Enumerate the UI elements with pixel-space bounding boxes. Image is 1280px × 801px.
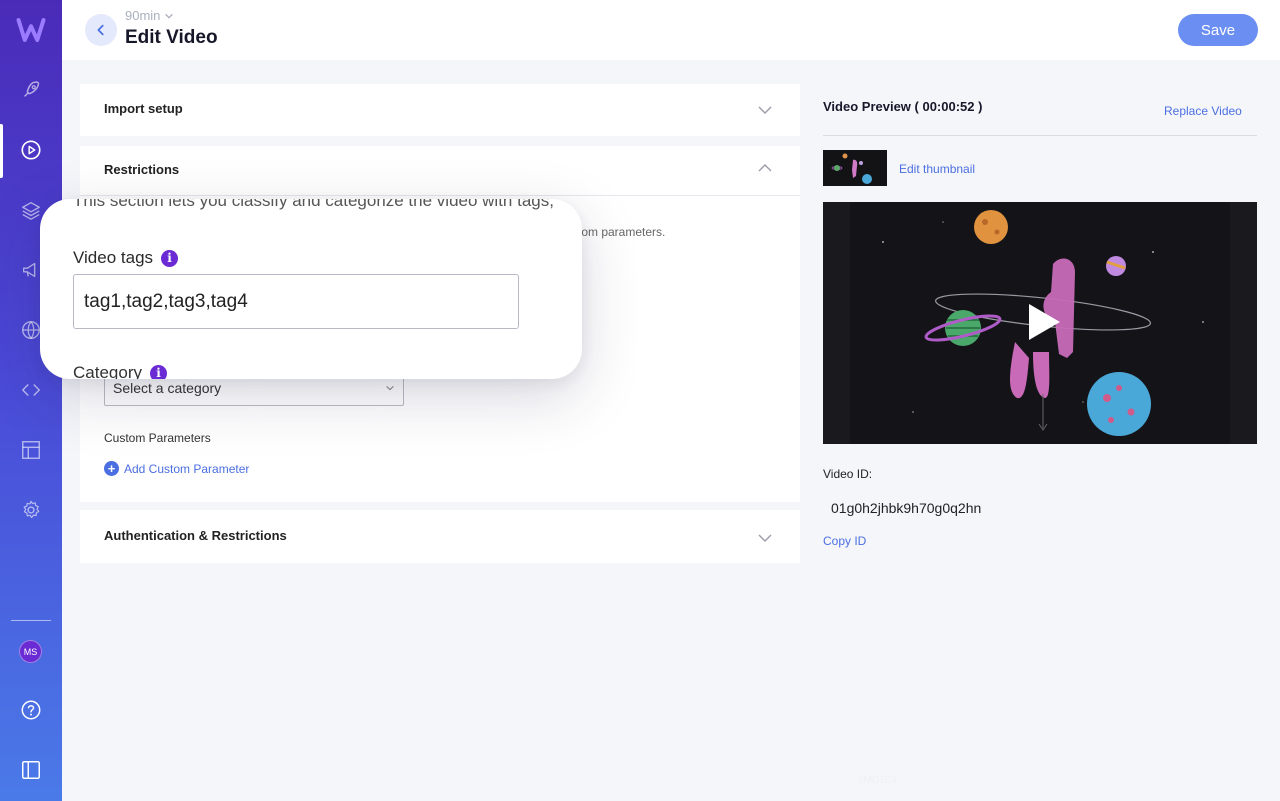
restrictions-description-tail: tom parameters. bbox=[578, 225, 666, 239]
help-icon[interactable] bbox=[0, 684, 62, 736]
save-button[interactable]: Save bbox=[1178, 14, 1258, 46]
edit-thumbnail-link[interactable]: Edit thumbnail bbox=[899, 162, 975, 176]
zoom-callout: This section lets you classify and categ… bbox=[40, 199, 582, 379]
restrictions-title: Restrictions bbox=[104, 162, 180, 177]
chevron-down-icon[interactable] bbox=[757, 530, 773, 546]
logo-icon[interactable] bbox=[0, 4, 62, 56]
chevron-left-icon bbox=[97, 24, 104, 36]
import-setup-section[interactable]: Import setup bbox=[80, 84, 800, 136]
replace-video-link[interactable]: Replace Video bbox=[1164, 104, 1242, 118]
sidebar-toggle-icon[interactable] bbox=[0, 744, 62, 796]
video-tags-label-text: Video tags bbox=[73, 248, 154, 267]
info-icon[interactable]: i bbox=[149, 364, 167, 379]
play-icon[interactable] bbox=[0, 124, 62, 176]
rocket-icon[interactable] bbox=[0, 64, 62, 116]
info-icon[interactable]: i bbox=[161, 249, 179, 267]
import-setup-title: Import setup bbox=[104, 101, 183, 116]
header: 90min Edit Video Save bbox=[62, 0, 1280, 60]
breadcrumb[interactable]: 90min bbox=[125, 8, 174, 23]
video-thumbnail[interactable] bbox=[823, 150, 887, 186]
avatar-initials: MS bbox=[23, 646, 38, 657]
breadcrumb-label: 90min bbox=[125, 8, 161, 23]
video-tags-input[interactable] bbox=[73, 274, 519, 329]
footnote-text: 0MD1E4 bbox=[858, 775, 897, 786]
back-button[interactable] bbox=[85, 14, 117, 46]
video-preview-title: Video Preview ( 00:00:52 ) bbox=[823, 99, 983, 114]
add-custom-parameter-label: Add Custom Parameter bbox=[124, 461, 250, 476]
chevron-down-icon bbox=[386, 385, 394, 391]
video-frame-illustration bbox=[823, 202, 1257, 444]
preview-divider bbox=[823, 135, 1257, 136]
avatar[interactable]: MS bbox=[19, 640, 42, 663]
video-player[interactable] bbox=[823, 202, 1257, 444]
chevron-up-icon[interactable] bbox=[757, 160, 773, 176]
chevron-down-icon[interactable] bbox=[757, 102, 773, 118]
auth-section[interactable]: Authentication & Restrictions bbox=[80, 510, 800, 563]
restrictions-header[interactable]: Restrictions bbox=[80, 146, 800, 196]
chevron-down-icon bbox=[165, 13, 174, 19]
video-id-label: Video ID: bbox=[823, 467, 873, 481]
layout-icon[interactable] bbox=[0, 424, 62, 476]
category-select-value: Select a category bbox=[113, 380, 222, 396]
video-id-value: 01g0h2jhbk9h70g0q2hn bbox=[831, 500, 982, 516]
gear-icon[interactable] bbox=[0, 484, 62, 536]
page-title: Edit Video bbox=[125, 27, 218, 48]
category-label-text: Category bbox=[73, 363, 142, 379]
copy-id-link[interactable]: Copy ID bbox=[823, 534, 866, 548]
add-custom-parameter-button[interactable]: + Add Custom Parameter bbox=[104, 461, 249, 476]
restrictions-description: This section lets you classify and categ… bbox=[73, 199, 554, 210]
sidebar: MS bbox=[0, 0, 62, 801]
video-tags-label: Video tags i bbox=[73, 248, 179, 268]
sidebar-divider bbox=[11, 620, 51, 621]
custom-parameters-label: Custom Parameters bbox=[104, 431, 211, 445]
plus-icon: + bbox=[104, 461, 119, 476]
auth-title: Authentication & Restrictions bbox=[104, 528, 287, 543]
category-label: Category i bbox=[73, 363, 167, 379]
